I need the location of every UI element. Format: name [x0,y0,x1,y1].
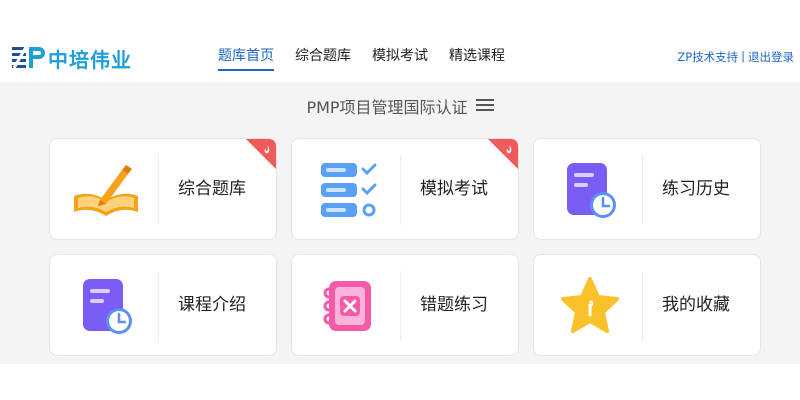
card-divider [158,271,159,341]
top-header: 中培伟业 题库首页 综合题库 模拟考试 精选课程 ZP技术支持 | 退出登录 [0,0,800,82]
open-book-pencil-icon [68,157,144,223]
document-clock-icon [68,273,144,339]
zp-logo-icon [12,46,45,69]
card-mock-exam[interactable]: 模拟考试 [291,138,519,240]
nav-item-courses[interactable]: 精选课程 [449,44,505,71]
card-label: 模拟考试 [420,179,488,199]
card-divider [400,155,401,225]
page-title: PMP项目管理国际认证 [306,98,468,117]
card-question-bank[interactable]: 综合题库 [49,138,277,240]
card-label: 错题练习 [420,295,488,315]
nav-item-home[interactable]: 题库首页 [218,44,274,71]
hot-badge-icon [488,139,518,169]
checklist-icon [310,157,386,223]
card-label: 我的收藏 [662,295,730,315]
brand-name: 中培伟业 [48,47,132,72]
card-label: 课程介绍 [178,295,246,315]
card-label: 练习历史 [662,179,730,199]
star-icon [552,273,628,339]
main-content: PMP项目管理国际认证 综合题库 模拟考试 练习历史 课程介绍 错题练习 我的收… [0,82,800,364]
card-divider [642,155,643,225]
notebook-x-icon [310,273,386,339]
tech-support-link[interactable]: ZP技术支持 [677,49,738,65]
document-clock-icon [552,157,628,223]
hot-badge-icon [246,139,276,169]
card-wrong-questions[interactable]: 错题练习 [291,254,519,356]
logout-link[interactable]: 退出登录 [748,49,794,65]
card-course-intro[interactable]: 课程介绍 [49,254,277,356]
card-favorites[interactable]: 我的收藏 [533,254,761,356]
nav-item-mock-exam[interactable]: 模拟考试 [372,44,428,71]
user-links: ZP技术支持 | 退出登录 [677,49,794,65]
hamburger-menu-icon[interactable] [475,97,494,116]
card-practice-history[interactable]: 练习历史 [533,138,761,240]
card-divider [158,155,159,225]
nav-item-question-bank[interactable]: 综合题库 [295,44,351,71]
link-separator: | [741,49,745,63]
page-footer-area [0,364,800,400]
card-label: 综合题库 [178,179,246,199]
brand-logo[interactable]: 中培伟业 [11,44,132,72]
page-title-row: PMP项目管理国际认证 [0,94,800,118]
card-divider [642,271,643,341]
main-nav: 题库首页 综合题库 模拟考试 精选课程 [218,44,526,71]
card-divider [400,271,401,341]
